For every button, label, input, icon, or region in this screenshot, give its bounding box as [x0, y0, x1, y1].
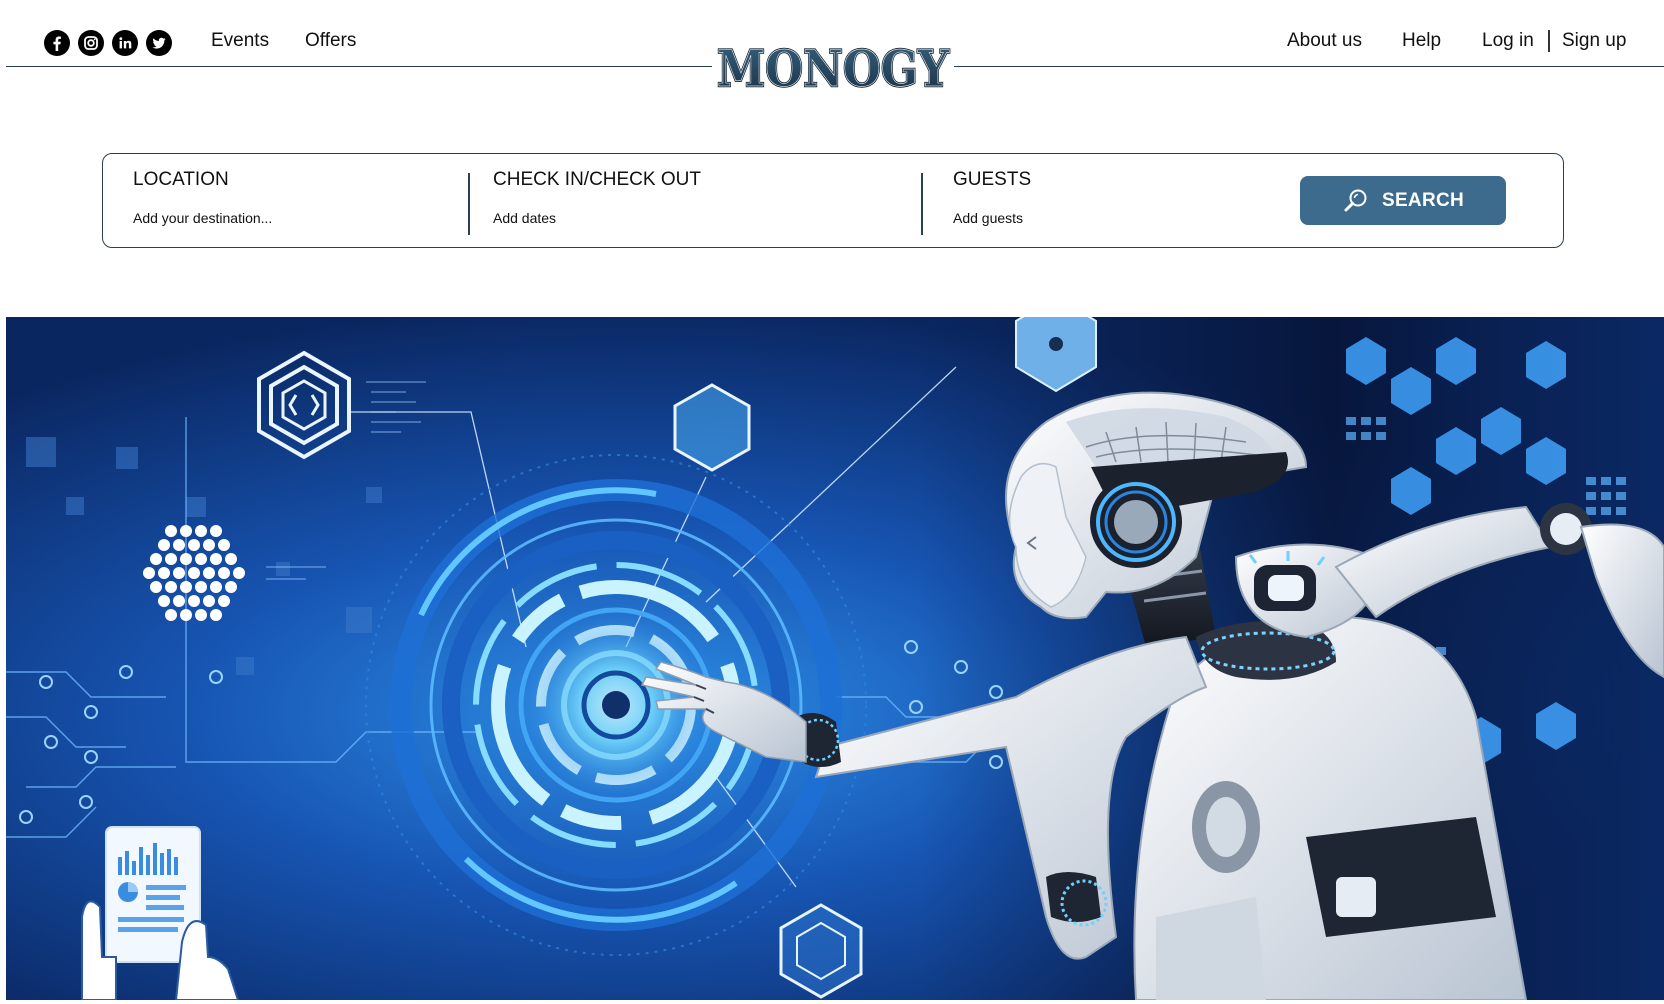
dates-placeholder: Add dates	[493, 210, 557, 226]
facebook-icon[interactable]	[44, 30, 70, 56]
search-icon	[1344, 189, 1367, 211]
location-placeholder: Add your destination...	[133, 210, 273, 226]
nav-about-us[interactable]: About us	[1287, 30, 1362, 52]
linkedin-icon[interactable]	[112, 30, 138, 56]
instagram-icon[interactable]	[78, 30, 104, 56]
search-button[interactable]: SEARCH	[1300, 176, 1506, 225]
guests-field[interactable]: GUESTS Add guests	[924, 154, 1284, 247]
nav-help[interactable]: Help	[1402, 30, 1441, 52]
nav-separator	[1548, 30, 1550, 52]
guests-title: GUESTS	[953, 169, 1032, 190]
login-link[interactable]: Log in	[1482, 30, 1534, 52]
dates-title: CHECK IN/CHECK OUT	[493, 169, 701, 190]
signup-link[interactable]: Sign up	[1562, 30, 1626, 52]
search-bar: LOCATION Add your destination... CHECK I…	[102, 153, 1564, 248]
dates-field[interactable]: CHECK IN/CHECK OUT Add dates	[471, 154, 921, 247]
nav-events[interactable]: Events	[211, 30, 269, 52]
field-divider	[921, 173, 923, 235]
nav-offers[interactable]: Offers	[305, 30, 356, 52]
social-links	[44, 30, 172, 56]
logo-inline: MONOGY	[717, 39, 950, 96]
hero-image	[6, 317, 1664, 1000]
logo[interactable]: MONOGY MONOGY	[712, 36, 954, 96]
location-title: LOCATION	[133, 169, 229, 190]
guests-placeholder: Add guests	[953, 210, 1024, 226]
location-field[interactable]: LOCATION Add your destination...	[103, 154, 463, 247]
twitter-icon[interactable]	[146, 30, 172, 56]
search-button-label: SEARCH	[1381, 189, 1465, 211]
field-divider	[468, 173, 470, 235]
